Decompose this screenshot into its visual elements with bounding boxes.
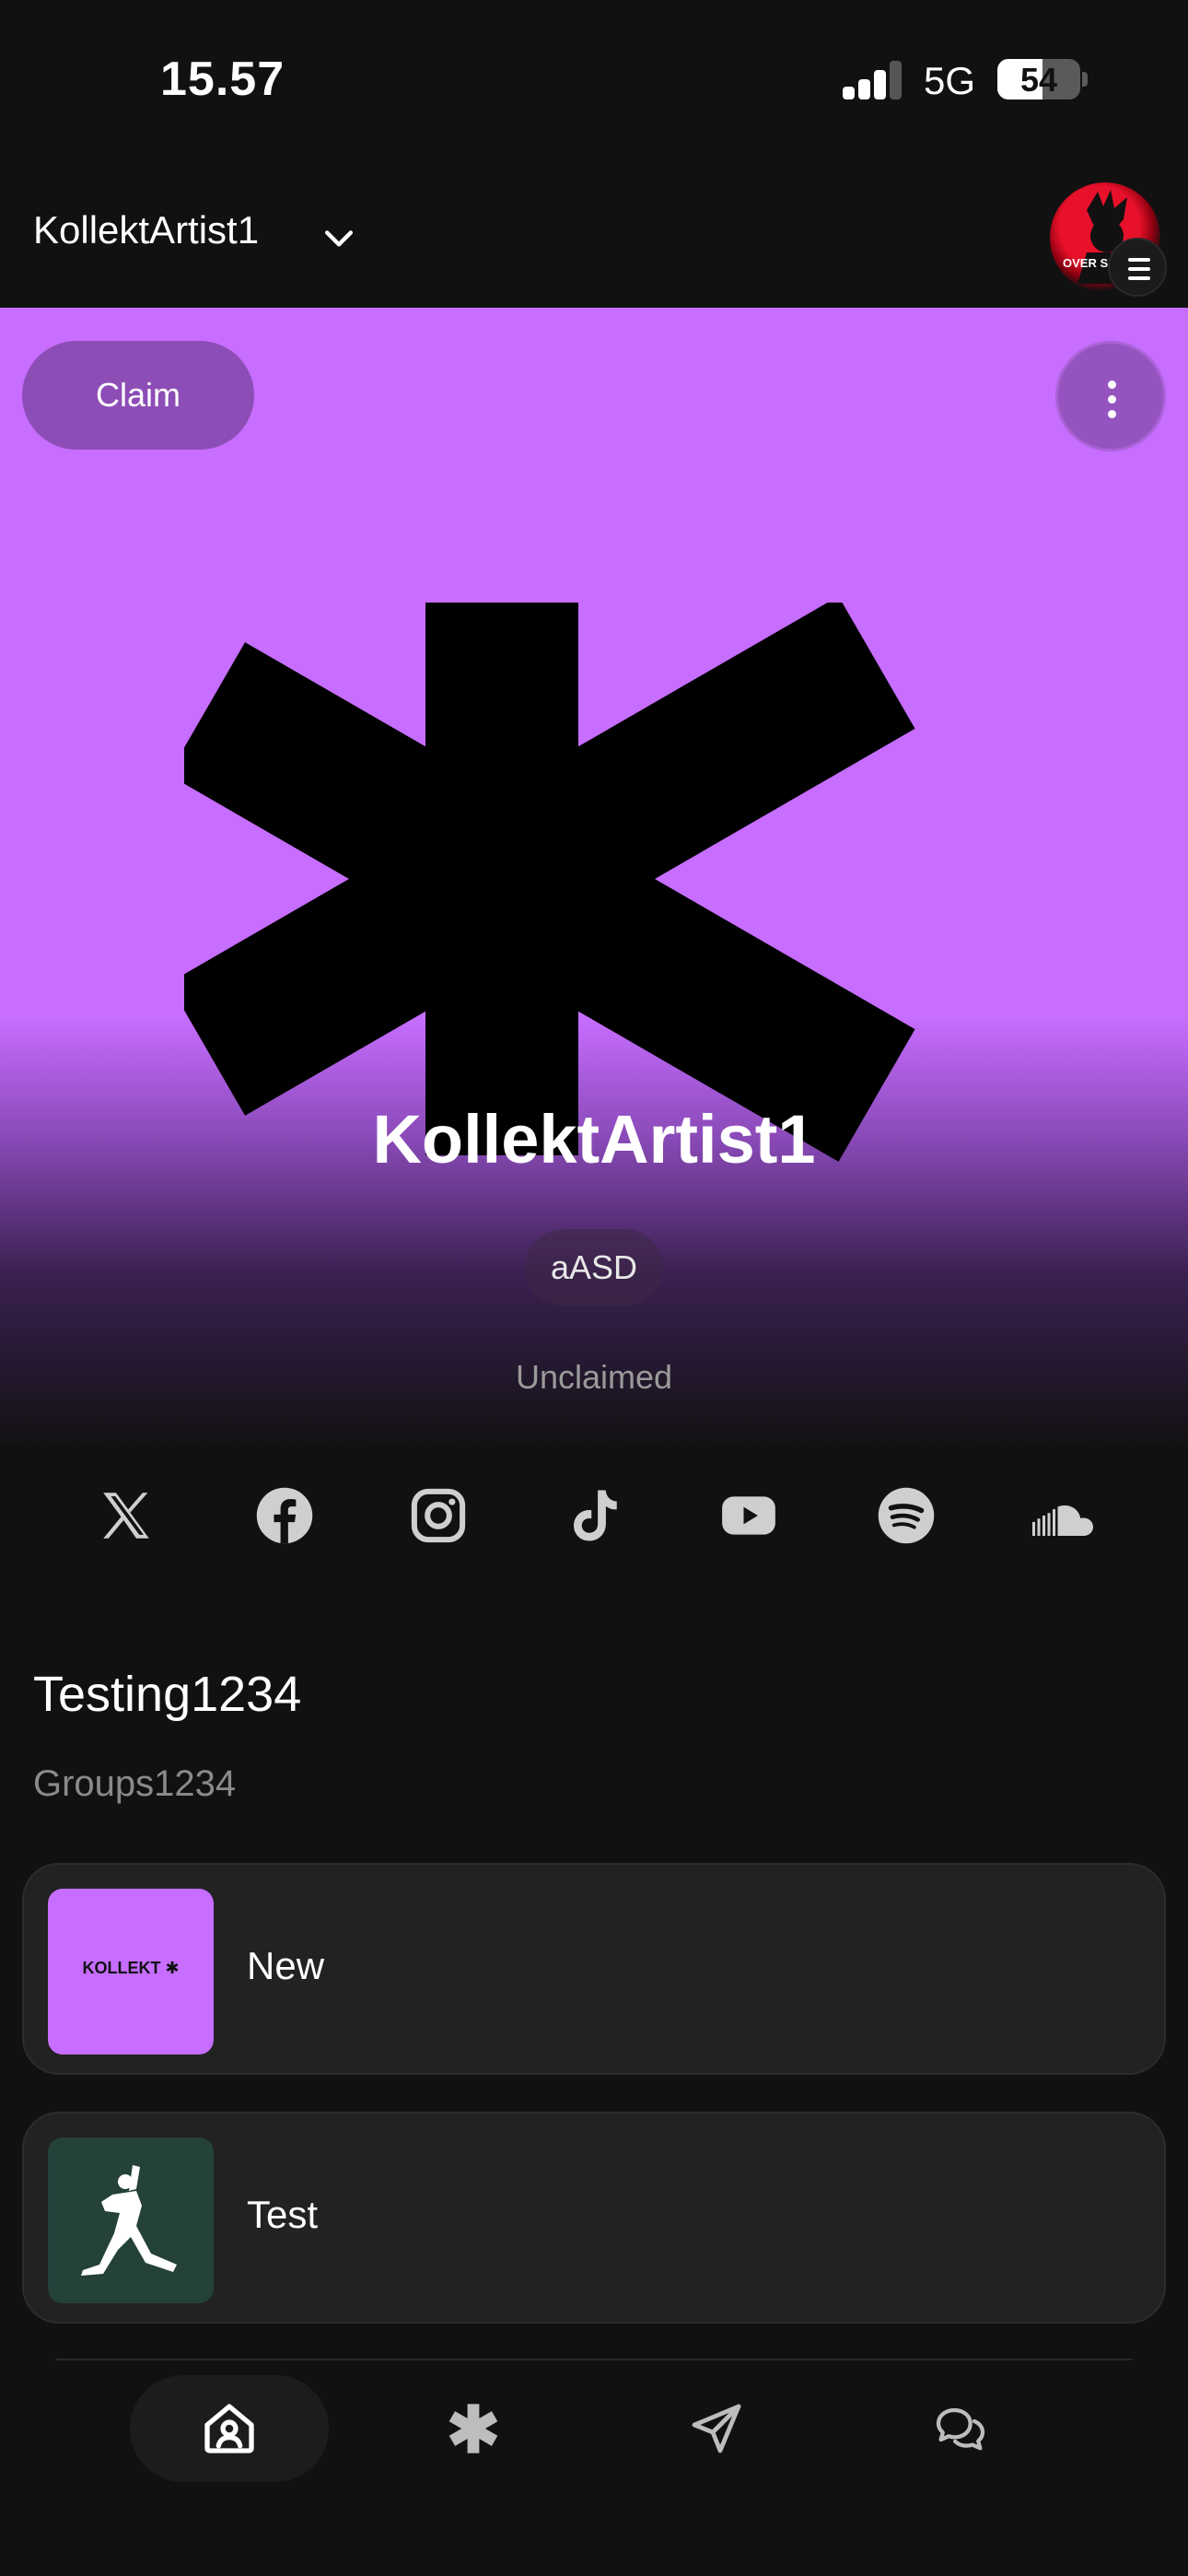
group-subtitle: Groups1234 bbox=[33, 1763, 237, 1804]
nav-kollekt[interactable] bbox=[374, 2375, 573, 2482]
group-card-new[interactable]: KOLLEKT ✱ New bbox=[22, 1863, 1166, 2075]
kollekt-thumbnail: KOLLEKT ✱ bbox=[48, 1889, 214, 2055]
home-user-icon bbox=[204, 2404, 254, 2453]
kollekt-logo-text: KOLLEKT ✱ bbox=[82, 1959, 180, 1977]
paper-plane-icon bbox=[692, 2404, 741, 2453]
asterisk-icon bbox=[448, 2404, 498, 2453]
jumpman-thumbnail bbox=[48, 2137, 214, 2303]
soundcloud-icon[interactable] bbox=[1030, 1485, 1096, 1546]
status-time: 15.57 bbox=[160, 53, 285, 106]
cellular-signal-icon bbox=[843, 61, 903, 100]
chat-bubbles-icon bbox=[936, 2407, 985, 2451]
network-type: 5G bbox=[924, 59, 976, 102]
instagram-icon[interactable] bbox=[408, 1485, 469, 1546]
hamburger-menu-icon[interactable] bbox=[1108, 238, 1167, 297]
avatar-caption: OVER S bbox=[1063, 256, 1109, 270]
chevron-down-icon[interactable] bbox=[319, 217, 359, 258]
x-icon[interactable] bbox=[96, 1485, 157, 1546]
battery-icon: 54 bbox=[997, 59, 1080, 100]
bottom-nav bbox=[0, 2360, 1188, 2576]
nav-chat[interactable] bbox=[861, 2375, 1060, 2482]
social-links bbox=[0, 1465, 1188, 1566]
nav-send[interactable] bbox=[617, 2375, 816, 2482]
facebook-icon[interactable] bbox=[254, 1485, 315, 1546]
spotify-icon[interactable] bbox=[876, 1485, 937, 1546]
battery-tip bbox=[1082, 72, 1088, 87]
youtube-icon[interactable] bbox=[718, 1485, 779, 1546]
artist-tag: aASD bbox=[525, 1229, 663, 1306]
group-card-label: Test bbox=[247, 2193, 319, 2236]
claim-button[interactable]: Claim bbox=[22, 341, 254, 450]
claim-status: Unclaimed bbox=[515, 1358, 673, 1396]
nav-home[interactable] bbox=[130, 2375, 329, 2482]
account-switcher-label[interactable]: KollektArtist1 bbox=[33, 208, 259, 252]
group-title: Testing1234 bbox=[33, 1667, 302, 1722]
artist-name: KollektArtist1 bbox=[372, 1101, 816, 1177]
group-card-label: New bbox=[247, 1944, 325, 1987]
status-bar: 15.57 5G 54 bbox=[0, 0, 1188, 162]
app-header: KollektArtist1 OVER S bbox=[0, 162, 1188, 308]
battery-level: 54 bbox=[1019, 61, 1058, 99]
jumpman-logo-icon bbox=[81, 2165, 177, 2276]
more-options-icon[interactable] bbox=[1055, 341, 1166, 451]
group-card-test[interactable]: Test bbox=[22, 2112, 1166, 2324]
profile-hero: Claim KollektArtist1 aASD Unclaimed bbox=[0, 308, 1188, 1450]
tiktok-icon[interactable] bbox=[564, 1485, 624, 1546]
